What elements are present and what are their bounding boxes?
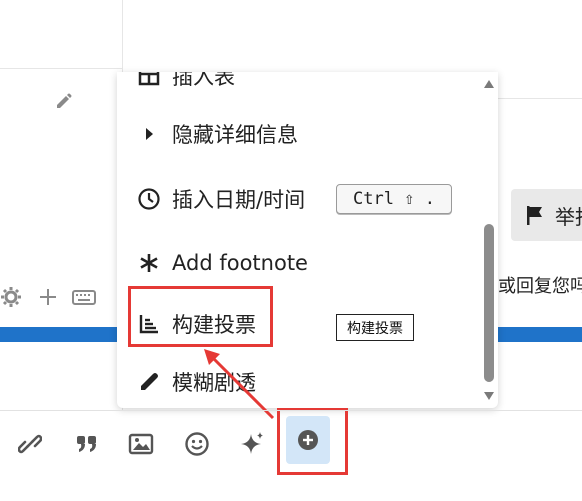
sparkle-icon[interactable] xyxy=(237,429,267,459)
menu-item-label: 模糊剧透 xyxy=(172,371,256,395)
tooltip: 构建投票 xyxy=(336,314,414,341)
menu-item-hide-details[interactable]: 隐藏详细信息 xyxy=(117,106,477,162)
clock-icon xyxy=(137,187,161,211)
asterisk-icon xyxy=(137,251,161,275)
menu-item-label: Add footnote xyxy=(172,251,308,275)
menu-item-label: 隐藏详细信息 xyxy=(172,123,298,147)
link-icon[interactable] xyxy=(15,429,45,459)
highlight-box-poll xyxy=(128,286,273,347)
menu-item-label: 插入日期/时间 xyxy=(172,188,306,212)
menu-item-insert-datetime[interactable]: 插入日期/时间 Ctrl ⇧ . xyxy=(117,171,477,227)
image-icon[interactable] xyxy=(126,429,156,459)
reply-hint-text: 或回复您吗 xyxy=(498,276,582,297)
emoji-icon[interactable] xyxy=(182,429,212,459)
keyboard-icon[interactable] xyxy=(72,286,96,308)
pen-icon xyxy=(137,370,161,394)
background-divider xyxy=(0,68,122,69)
caret-right-icon xyxy=(137,122,161,146)
scroll-up-arrow[interactable] xyxy=(484,80,494,88)
menu-item-insert-table[interactable]: 插入表 xyxy=(117,72,477,104)
menu-item-label: 插入表 xyxy=(172,72,235,89)
add-button[interactable] xyxy=(286,416,330,464)
plus-icon[interactable] xyxy=(38,286,58,308)
gear-icon[interactable] xyxy=(0,286,22,308)
edit-pencil-icon[interactable] xyxy=(54,91,74,111)
menu-scrollbar-thumb[interactable] xyxy=(484,224,494,382)
composer-options xyxy=(0,286,115,310)
menu-item-add-footnote[interactable]: Add footnote xyxy=(117,235,477,291)
background-divider xyxy=(498,98,582,99)
scroll-down-arrow[interactable] xyxy=(484,392,494,400)
report-button-label: 举报 xyxy=(555,204,582,229)
report-button[interactable]: 举报 xyxy=(511,189,582,241)
menu-item-blur-spoiler[interactable]: 模糊剧透 xyxy=(117,354,477,408)
flag-icon xyxy=(527,206,542,225)
composer-options-menu: 插入表 隐藏详细信息 插入日期/时间 Ctrl ⇧ . Add footnote… xyxy=(117,72,498,408)
keyboard-shortcut: Ctrl ⇧ . xyxy=(336,184,452,214)
quote-icon[interactable] xyxy=(72,429,102,459)
table-icon xyxy=(137,72,161,88)
plus-circle-icon xyxy=(298,430,318,450)
